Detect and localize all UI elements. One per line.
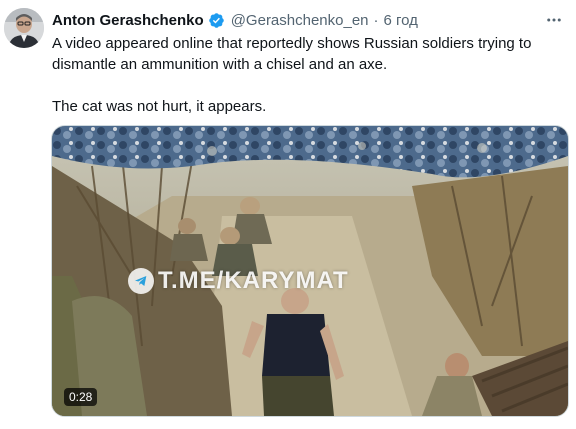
avatar-photo	[4, 8, 44, 48]
telegram-icon	[128, 268, 154, 294]
author-avatar[interactable]	[4, 8, 44, 48]
separator-dot: ·	[373, 11, 379, 29]
tweet-header: Anton Gerashchenko @Gerashchenko_en · 6 …	[52, 9, 566, 31]
tweet-text: A video appeared online that reportedly …	[52, 35, 532, 115]
verified-badge-icon	[208, 12, 225, 29]
author-name[interactable]: Anton Gerashchenko	[52, 12, 204, 29]
video-duration: 0:28	[64, 388, 98, 406]
video-player[interactable]: T.ME/KARYMAT 0:28	[51, 125, 569, 417]
author-handle[interactable]: @Gerashchenko_en	[231, 12, 369, 29]
more-options-icon[interactable]	[542, 9, 566, 31]
watermark-text: T.ME/KARYMAT	[158, 267, 349, 294]
tweet-timestamp[interactable]: 6 год	[384, 12, 418, 29]
video-watermark: T.ME/KARYMAT	[128, 267, 349, 295]
